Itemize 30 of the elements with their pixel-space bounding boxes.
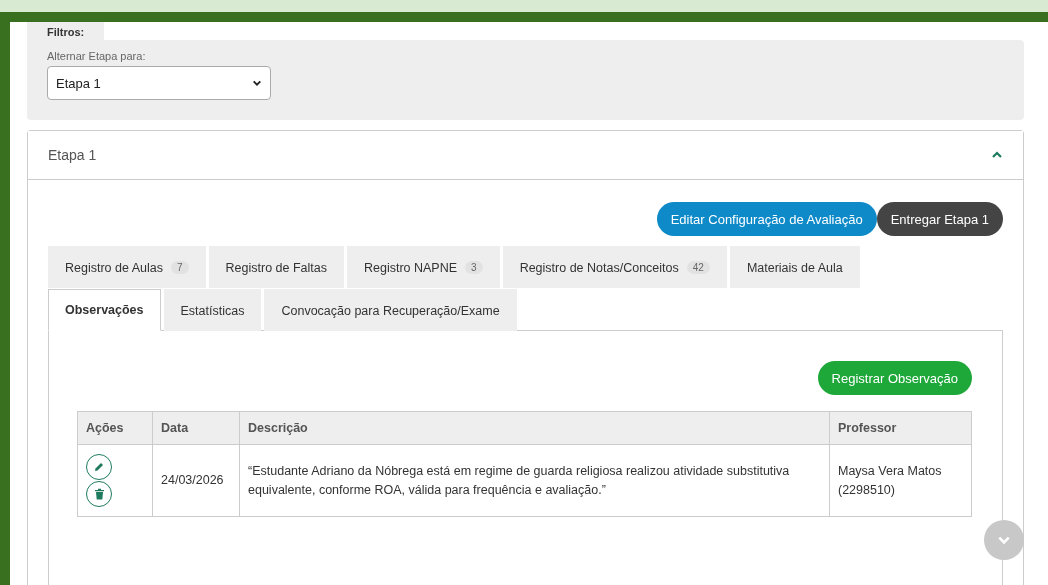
tab[interactable]: Registro NAPNE 3 (347, 246, 500, 288)
pencil-icon (93, 461, 105, 473)
stage-select[interactable]: Etapa 1 (47, 66, 271, 100)
table-cell: 24/03/2026 (152, 444, 240, 517)
tab[interactable]: Registro de Notas/Conceitos 42 (502, 246, 727, 288)
column-header: Professor (829, 411, 972, 445)
trash-icon (93, 488, 105, 500)
tab[interactable]: Materiais de Aula (729, 246, 860, 288)
column-header: Ações (77, 411, 153, 445)
delete-button[interactable] (86, 481, 112, 507)
field-label: Alternar Etapa para: (47, 50, 146, 62)
count-badge: 3 (465, 261, 483, 274)
filters-title: Filtros: (27, 22, 105, 40)
count-badge: 7 (171, 261, 189, 274)
action-button[interactable]: Entregar Etapa 1 (876, 202, 1003, 236)
action-button[interactable]: Editar Configuração de Avaliação (656, 202, 877, 236)
stage-title: Etapa 1 (48, 147, 97, 163)
column-header: Descrição (239, 411, 830, 445)
edit-button[interactable] (86, 454, 112, 480)
table-cell: Maysa Vera Matos (2298510) (829, 444, 972, 517)
count-badge: 42 (686, 261, 710, 274)
column-header: Data (152, 411, 240, 445)
tab[interactable]: Registro de Aulas 7 (48, 246, 206, 288)
tab[interactable]: Estatísticas (163, 289, 262, 331)
tab[interactable]: Convocação para Recuperação/Exame (264, 289, 517, 331)
tab[interactable]: Observações (48, 289, 161, 331)
table-cell: “Estudante Adriano da Nóbrega está em regime de guarda religiosa realizou atividade substitutiva equivalente, conforme ROA, válida para frequência e avaliação.” (239, 444, 830, 517)
stage-header[interactable]: Etapa 1 (28, 131, 1023, 180)
caret-icon (252, 78, 262, 88)
tab[interactable]: Registro de Faltas (208, 246, 344, 288)
